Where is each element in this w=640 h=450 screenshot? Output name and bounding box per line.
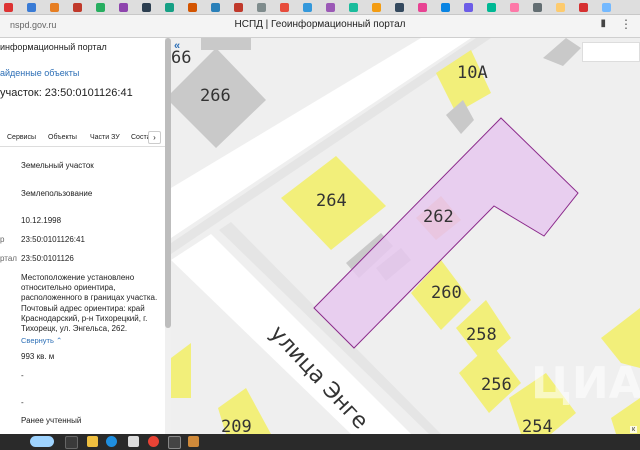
browser-tab-favicon[interactable] bbox=[211, 3, 220, 12]
tab-bar: Сервисы Объекты Части ЗУ Состав › bbox=[0, 130, 165, 147]
tabs-scroll-right-button[interactable]: › bbox=[148, 131, 161, 144]
address-bar[interactable]: nspd.gov.ru НСПД | Геоинформационный пор… bbox=[0, 15, 640, 38]
browser-tab-favicon[interactable] bbox=[165, 3, 174, 12]
tab-objects[interactable]: Объекты bbox=[48, 134, 77, 141]
browser-tab-favicon[interactable] bbox=[27, 3, 36, 12]
bookmark-icon[interactable]: ▮ bbox=[600, 18, 606, 29]
map-search-input[interactable] bbox=[582, 42, 640, 62]
collapse-panel-icon[interactable]: « bbox=[174, 40, 180, 52]
field-quarter-value: 23:50:0101126 bbox=[21, 254, 74, 263]
map-label-266: 266 bbox=[200, 86, 231, 106]
tab-services[interactable]: Сервисы bbox=[7, 134, 36, 141]
map-label-264: 264 bbox=[316, 191, 347, 211]
portal-title: информационный портал bbox=[0, 42, 107, 52]
field-quarter-label: ртал bbox=[0, 254, 17, 263]
browser-tab-favicon[interactable] bbox=[418, 3, 427, 12]
area-value: 993 кв. м bbox=[21, 352, 55, 361]
edge-icon[interactable] bbox=[106, 436, 117, 447]
empty-value-1: - bbox=[21, 371, 24, 380]
collapse-link[interactable]: Свернуть ⌃ bbox=[21, 336, 62, 345]
map-label-262: 262 bbox=[423, 207, 454, 227]
parcel-heading: участок: 23:50:0101126:41 bbox=[0, 87, 133, 99]
yandex-icon[interactable] bbox=[168, 436, 181, 449]
page-title: НСПД | Геоинформационный портал bbox=[234, 19, 406, 30]
browser-tab-favicon[interactable] bbox=[142, 3, 151, 12]
map-label-258: 258 bbox=[466, 325, 497, 345]
building-gray bbox=[201, 38, 251, 50]
browser-tab-favicon[interactable] bbox=[372, 3, 381, 12]
browser-tab-favicon[interactable] bbox=[487, 3, 496, 12]
location-description: Местоположение установлено относительно … bbox=[21, 273, 158, 334]
browser-tab-favicon[interactable] bbox=[50, 3, 59, 12]
empty-value-2: - bbox=[21, 398, 24, 407]
field-type-value: Земельный участок bbox=[21, 161, 94, 170]
browser-tab-strip bbox=[0, 0, 640, 15]
browser-tab-favicon[interactable] bbox=[73, 3, 82, 12]
browser-tab-favicon[interactable] bbox=[280, 3, 289, 12]
map-label-256: 256 bbox=[481, 375, 512, 395]
browser-tab-favicon[interactable] bbox=[188, 3, 197, 12]
browser-tab-favicon[interactable] bbox=[303, 3, 312, 12]
field-kind-value: Землепользование bbox=[21, 189, 93, 198]
map-label-260: 260 bbox=[431, 283, 462, 303]
tab-parcel-parts[interactable]: Части ЗУ bbox=[90, 134, 120, 141]
browser-tab-favicon[interactable] bbox=[4, 3, 13, 12]
field-date-value: 10.12.1998 bbox=[21, 216, 62, 225]
browser-tab-favicon[interactable] bbox=[464, 3, 473, 12]
map-label-10a: 10А bbox=[457, 63, 488, 83]
browser-tab-favicon[interactable] bbox=[533, 3, 542, 12]
browser-tab-favicon[interactable] bbox=[556, 3, 565, 12]
chrome-icon[interactable] bbox=[148, 436, 159, 447]
status-value: Ранее учтенный bbox=[21, 416, 82, 425]
browser-tab-favicon[interactable] bbox=[326, 3, 335, 12]
field-number-label: р bbox=[0, 235, 5, 244]
field-number-value: 23:50:0101126:41 bbox=[21, 235, 85, 244]
browser-tab-favicon[interactable] bbox=[349, 3, 358, 12]
browser-tab-favicon[interactable] bbox=[234, 3, 243, 12]
browser-tab-favicon[interactable] bbox=[602, 3, 611, 12]
grid-icon[interactable] bbox=[128, 436, 139, 447]
files-icon[interactable] bbox=[87, 436, 98, 447]
chevron-up-icon: ⌃ bbox=[56, 336, 63, 345]
browser-tab-favicon[interactable] bbox=[119, 3, 128, 12]
map-label-254: 254 bbox=[522, 417, 553, 434]
browser-tab-favicon[interactable] bbox=[441, 3, 450, 12]
map-view[interactable]: 66 266 10А 264 262 260 258 256 254 209 у… bbox=[171, 38, 640, 434]
browser-tab-favicon[interactable] bbox=[510, 3, 519, 12]
browser-tab-favicon[interactable] bbox=[395, 3, 404, 12]
browser-menu-icon[interactable]: ⋮ bbox=[620, 17, 632, 31]
browser-tab-favicon[interactable] bbox=[579, 3, 588, 12]
map-label-209: 209 bbox=[221, 417, 252, 434]
scale-indicator: к bbox=[629, 426, 637, 433]
app-icon[interactable] bbox=[65, 436, 78, 449]
window-icon[interactable] bbox=[188, 436, 199, 447]
browser-tab-favicon[interactable] bbox=[257, 3, 266, 12]
watermark: ЦИАН bbox=[531, 358, 640, 409]
finder-icon[interactable] bbox=[30, 436, 54, 447]
found-objects-link[interactable]: айденные объекты bbox=[0, 68, 79, 78]
collapse-link-label[interactable]: Свернуть bbox=[21, 336, 54, 345]
taskbar bbox=[0, 434, 640, 450]
parcel-info-panel: информационный портал айденные объекты у… bbox=[0, 38, 165, 434]
browser-tab-favicon[interactable] bbox=[96, 3, 105, 12]
